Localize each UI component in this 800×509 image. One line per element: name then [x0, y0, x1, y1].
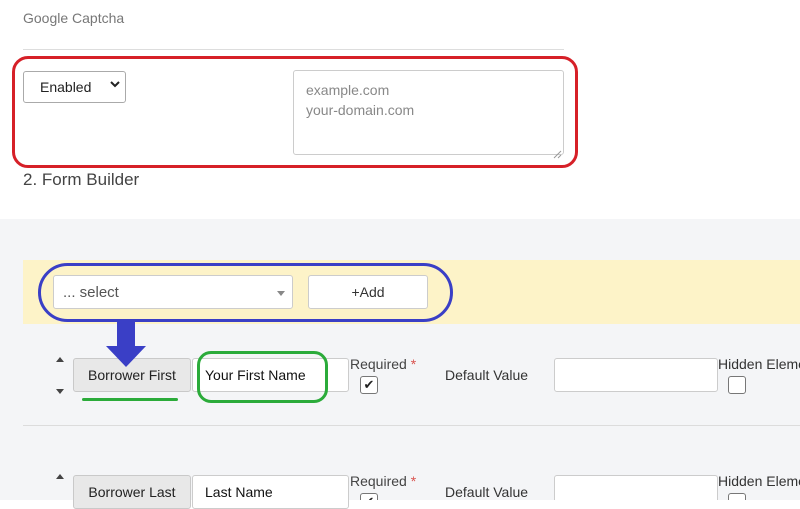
annotation-green-underline	[82, 398, 178, 401]
field-label-input[interactable]: Last Name	[192, 475, 349, 509]
row-divider	[23, 425, 800, 426]
required-label-text: Required	[350, 356, 407, 372]
add-field-button[interactable]: +Add	[308, 275, 428, 309]
default-value-label: Default Value	[445, 367, 529, 383]
hidden-element-label: Hidden Eleme	[718, 356, 800, 372]
required-label: Required *	[350, 473, 416, 489]
section-title-google-captcha: Google Captcha	[23, 10, 125, 26]
domains-placeholder-line: example.com	[306, 82, 390, 98]
caret-down-icon	[277, 291, 285, 296]
field-type-select[interactable]: ... select	[53, 275, 293, 309]
default-value-label: Default Value	[445, 484, 529, 500]
hidden-element-checkbox[interactable]	[728, 493, 746, 500]
required-checkbox[interactable]: ✔	[360, 376, 378, 394]
annotation-arrow-down-icon	[104, 320, 148, 368]
field-type-placeholder: ... select	[63, 284, 119, 301]
move-up-icon[interactable]	[56, 357, 64, 362]
required-star: *	[410, 473, 417, 489]
resize-grip-icon[interactable]	[553, 144, 562, 159]
captcha-domains-textarea[interactable]: example.com your-domain.com	[293, 70, 564, 159]
field-label-input[interactable]: Your First Name	[192, 358, 349, 392]
divider	[23, 49, 564, 50]
captcha-status-value: Enabled	[40, 79, 92, 95]
domains-placeholder-line: your-domain.com	[306, 102, 415, 118]
required-checkbox[interactable]: ✔	[360, 493, 378, 500]
section-title-form-builder: 2. Form Builder	[23, 170, 140, 189]
required-label: Required *	[350, 356, 416, 372]
move-up-icon[interactable]	[56, 474, 64, 479]
default-value-input[interactable]	[554, 475, 718, 500]
move-down-icon[interactable]	[56, 389, 64, 394]
hidden-element-checkbox[interactable]	[728, 376, 746, 394]
chevron-down-icon	[109, 77, 121, 94]
field-chip-borrower-last: Borrower Last	[73, 475, 191, 509]
captcha-status-select[interactable]: Enabled	[23, 71, 126, 103]
required-star: *	[410, 356, 417, 372]
required-label-text: Required	[350, 473, 407, 489]
hidden-element-label: Hidden Eleme	[718, 473, 800, 489]
default-value-input[interactable]	[554, 358, 718, 392]
